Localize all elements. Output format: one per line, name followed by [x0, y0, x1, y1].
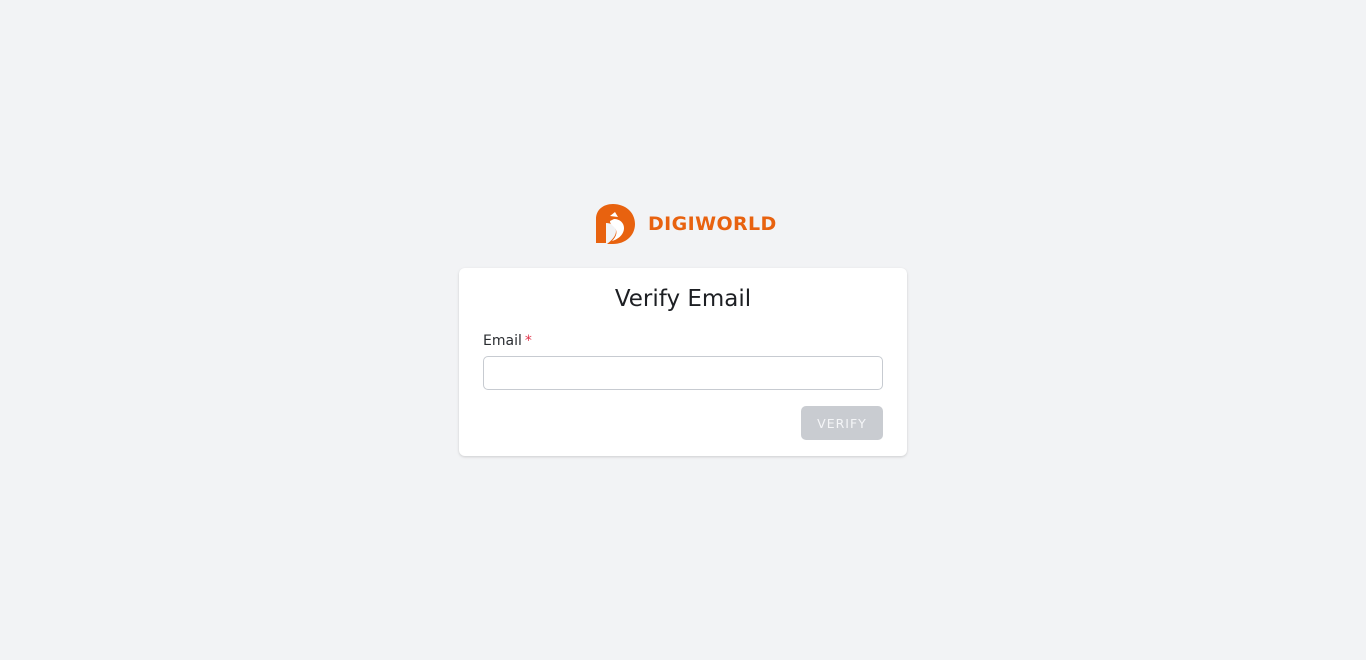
brand-logo: DIGIWORLD [594, 202, 777, 246]
digiworld-logo-icon [596, 204, 635, 244]
brand-name: DIGIWORLD [648, 213, 777, 235]
page-title: Verify Email [614, 286, 752, 312]
email-field[interactable] [483, 356, 883, 390]
required-marker: * [524, 333, 532, 349]
verify-button[interactable]: VERIFY [801, 406, 883, 440]
email-label: Email * [483, 333, 532, 349]
verify-email-card: Verify Email Email * VERIFY [459, 268, 907, 456]
email-label-text: Email [483, 333, 522, 349]
